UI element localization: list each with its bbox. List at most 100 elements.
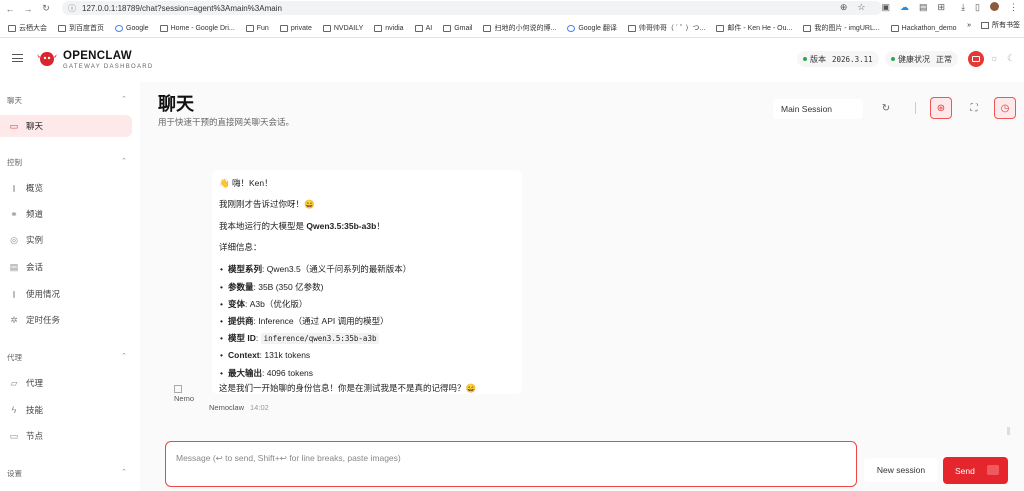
bookmark-item[interactable]: Fun: [245, 24, 269, 32]
moon-icon[interactable]: ☾: [1007, 53, 1015, 64]
forward-icon[interactable]: →: [22, 4, 34, 14]
sidebar-item-scheduled-tasks[interactable]: ✲ 定时任务: [0, 310, 132, 330]
radio-icon: ◎: [10, 234, 18, 245]
bookmark-item[interactable]: Home - Google Dri...: [159, 24, 235, 32]
health-label: 健康状况: [898, 54, 930, 64]
version-label: 版本: [810, 54, 826, 64]
detail-item: 提供商: Inference（通过 API 调用的模型）: [220, 315, 389, 327]
thinking-toggle-button[interactable]: ⊛: [930, 97, 952, 119]
bookmark-item[interactable]: AI: [414, 24, 432, 32]
zoom-icon[interactable]: ⊕: [840, 2, 848, 13]
section-label: 控制: [7, 158, 22, 167]
sidepanel-icon[interactable]: ▯: [975, 2, 980, 13]
extension-icon[interactable]: ▣: [881, 2, 890, 13]
bookmark-item[interactable]: 我的图片 - imgURL...: [803, 23, 880, 33]
bookmark-item[interactable]: Gmail: [443, 24, 472, 32]
sidebar-item-label: 技能: [26, 405, 44, 415]
sidebar-item-label: 节点: [26, 431, 44, 441]
sidebar-item-chat[interactable]: ▭ 聊天: [0, 115, 132, 137]
sidebar-item-label: 概览: [26, 183, 44, 193]
reload-icon[interactable]: ↻: [40, 3, 52, 14]
monitor-icon: ▭: [9, 430, 19, 441]
section-label: 聊天: [7, 96, 22, 105]
sidebar-item-skills[interactable]: ϟ 技能: [0, 400, 132, 420]
site-info-icon[interactable]: ⓘ: [68, 3, 76, 14]
bar-chart-icon: ⫾: [12, 182, 16, 193]
address-bar[interactable]: ⓘ 127.0.0.1:18789/chat?session=agent%3Am…: [62, 1, 882, 15]
sidebar-item-nodes[interactable]: ▭ 节点: [0, 426, 132, 446]
sidebar-item-sessions[interactable]: ▤ 会话: [0, 257, 132, 277]
sidebar-item-agents[interactable]: ▱ 代理: [0, 373, 132, 393]
detail-item: Context: 131k tokens: [220, 350, 310, 360]
message-input[interactable]: Message (↩ to send, Shift+↩ for line bre…: [165, 441, 857, 487]
sidebar-item-label: 使用情况: [26, 289, 61, 299]
version-badge: 版本 2026.3.11: [797, 51, 879, 67]
back-icon[interactable]: ←: [4, 4, 16, 14]
refresh-button[interactable]: ↻: [875, 97, 897, 119]
session-select[interactable]: Main Session: [773, 99, 863, 119]
bookmarks-bar-right: » 所有书签: [967, 20, 1020, 30]
detail-item: 模型 ID: inference/qwen3.5:35b-a3b: [220, 332, 380, 344]
all-bookmarks-button[interactable]: 所有书签: [981, 20, 1020, 30]
profile-avatar[interactable]: [990, 2, 999, 11]
sidebar-item-channels[interactable]: ⚭ 频道: [0, 204, 132, 224]
detail-value: : 4096 tokens: [262, 368, 314, 378]
more-bookmarks-button[interactable]: »: [967, 22, 971, 29]
bookmark-item[interactable]: nvidia: [374, 24, 404, 32]
bookmark-item[interactable]: 到百度首页: [58, 23, 104, 33]
message-line-1: 我刚刚才告诉过你呀！😄: [219, 199, 315, 209]
text-fragment: ！: [376, 221, 385, 231]
star-icon[interactable]: ☆: [857, 2, 865, 13]
detail-value: : A3b（优化版）: [245, 299, 308, 309]
detail-value: : 35B (350 亿参数): [253, 282, 324, 292]
bookmark-item[interactable]: 邮件 - Ken He - Ou...: [716, 23, 792, 33]
menu-toggle-icon[interactable]: [12, 54, 23, 62]
sidebar-section-settings[interactable]: 设置 ⌃: [7, 468, 127, 479]
focus-icon: ⛶: [970, 102, 978, 114]
download-icon[interactable]: ⤓: [961, 2, 965, 13]
detail-value: : Inference（通过 API 调用的模型）: [253, 316, 389, 326]
bookmark-item[interactable]: Google 翻译: [567, 23, 617, 33]
detail-key: 提供商: [227, 316, 254, 326]
detail-key: Context: [227, 350, 260, 360]
sidebar-item-instances[interactable]: ◎ 实例: [0, 230, 132, 250]
bookmark-item[interactable]: Google: [115, 24, 149, 32]
new-session-button[interactable]: New session: [864, 458, 938, 482]
health-status: 正常: [936, 54, 952, 64]
monitor-theme-button[interactable]: [968, 51, 984, 67]
focus-mode-button[interactable]: ⛶: [963, 97, 985, 119]
detail-key: 参数量: [227, 282, 254, 292]
zap-icon: ϟ: [11, 405, 17, 415]
bookmark-manager-icon[interactable]: ▤: [919, 2, 928, 13]
sidebar-item-overview[interactable]: ⫾ 概览: [0, 178, 132, 198]
sidebar-section-chat[interactable]: 聊天 ⌃: [7, 95, 127, 106]
puzzle-icon[interactable]: ⊞: [938, 2, 946, 13]
bookmark-label: Google 翻译: [578, 25, 617, 32]
sun-icon[interactable]: ☼: [990, 53, 998, 63]
send-button[interactable]: Send: [943, 457, 1008, 484]
bookmark-label: private: [290, 24, 312, 32]
history-toggle-button[interactable]: ◷: [994, 97, 1016, 119]
clock-icon: ◷: [1000, 102, 1010, 114]
document-icon: ▤: [9, 261, 19, 272]
sidebar-section-control[interactable]: 控制 ⌃: [7, 157, 127, 168]
bookmark-icon: [627, 24, 636, 32]
bookmark-item[interactable]: 云栖大会: [8, 23, 47, 33]
bookmark-item[interactable]: Hackathon_demo: [890, 24, 957, 32]
page-subtitle: 用于快速干预的直接网关聊天会话。: [158, 117, 295, 127]
model-id-code: inference/qwen3.5:35b-a3b: [260, 333, 380, 344]
link-icon: ⚭: [10, 208, 18, 219]
bookmark-icon: [803, 24, 812, 32]
bookmark-item[interactable]: 扫地的小何说的博...: [483, 23, 556, 33]
bookmark-item[interactable]: NVDAILY: [322, 24, 363, 32]
sidebar-section-agents[interactable]: 代理 ⌃: [7, 352, 127, 363]
cloud-icon[interactable]: ☁: [900, 2, 909, 13]
bookmark-item[interactable]: 帅哥帅哥（ ´ ﾟ ）つ...: [627, 23, 705, 33]
menu-icon[interactable]: ⋮: [1009, 2, 1018, 13]
browser-toolbar-icons: ⊕ ☆ ▣ ☁ ▤ ⊞ ⤓ ▯ ⋮: [840, 2, 1024, 13]
scrollbar[interactable]: [1007, 427, 1010, 435]
bookmark-item[interactable]: private: [279, 24, 312, 32]
url-text: 127.0.0.1:18789/chat?session=agent%3Amai…: [82, 3, 282, 13]
sidebar-item-usage[interactable]: ⫾ 使用情况: [0, 284, 132, 304]
section-label: 代理: [7, 353, 22, 362]
